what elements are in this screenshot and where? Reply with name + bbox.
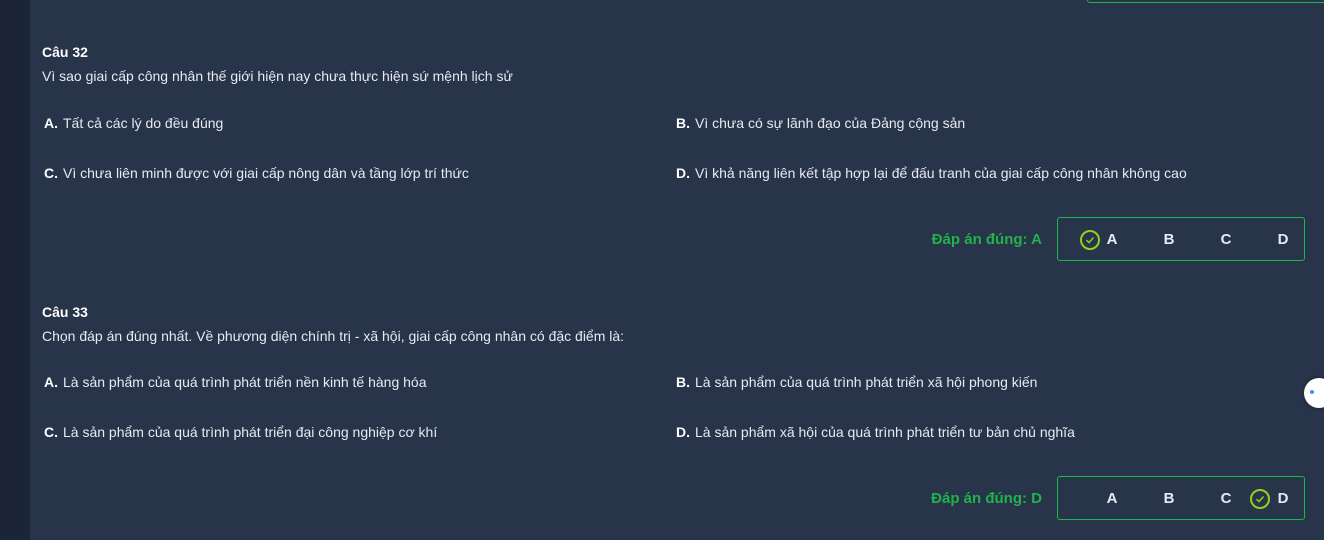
- correct-answer-label: Đáp án đúng: D: [931, 490, 1042, 507]
- option-c[interactable]: C. Vì chưa liên minh được với giai cấp nô…: [44, 164, 469, 182]
- option-a[interactable]: A. Tất cả các lý do đều đúng: [44, 114, 223, 132]
- option-letter: C.: [44, 424, 58, 440]
- option-text: Là sản phẩm của quá trình phát triển đại…: [63, 424, 438, 440]
- option-text: Là sản phẩm của quá trình phát triển nền…: [63, 374, 427, 390]
- dot-icon: [1310, 390, 1314, 394]
- option-text: Vì khả năng liên kết tập hợp lại để đấu …: [695, 165, 1187, 181]
- question-33: Câu 33 Chọn đáp án đúng nhất. Về phương …: [42, 303, 1307, 345]
- option-a[interactable]: A. Là sản phẩm của quá trình phát triển n…: [44, 373, 427, 391]
- option-letter: D.: [676, 165, 690, 181]
- question-text: Chọn đáp án đúng nhất. Về phương diện ch…: [42, 328, 625, 344]
- question-32: Câu 32 Vì sao giai cấp công nhân thế giớ…: [42, 43, 1307, 85]
- option-text: Là sản phẩm của quá trình phát triển xã …: [695, 374, 1038, 390]
- previous-answer-box: [1087, 0, 1324, 3]
- option-letter: D.: [676, 424, 690, 440]
- option-d[interactable]: D. Vì khả năng liên kết tập hợp lại để đấ…: [676, 164, 1187, 182]
- answer-choices-box: A B C D: [1057, 217, 1305, 261]
- option-letter: A.: [44, 374, 58, 390]
- option-letter: B.: [676, 115, 690, 131]
- left-gutter: [0, 0, 30, 540]
- choice-d[interactable]: D: [1263, 477, 1303, 521]
- option-c[interactable]: C. Là sản phẩm của quá trình phát triển đ…: [44, 423, 437, 441]
- option-text: Tất cả các lý do đều đúng: [63, 115, 224, 131]
- floating-scroll-button[interactable]: [1304, 378, 1324, 408]
- choice-c[interactable]: C: [1206, 218, 1246, 262]
- option-b[interactable]: B. Là sản phẩm của quá trình phát triển x…: [676, 373, 1037, 391]
- option-letter: B.: [676, 374, 690, 390]
- option-text: Là sản phẩm xã hội của quá trình phát tr…: [695, 424, 1075, 440]
- question-title: Câu 32: [42, 44, 88, 60]
- question-text: Vì sao giai cấp công nhân thế giới hiện …: [42, 68, 513, 84]
- choice-c[interactable]: C: [1206, 477, 1246, 521]
- option-text: Vì chưa có sự lãnh đạo của Đảng cộng sản: [695, 115, 966, 131]
- question-title: Câu 33: [42, 304, 88, 320]
- correct-answer-label: Đáp án đúng: A: [931, 231, 1042, 248]
- choice-b[interactable]: B: [1149, 477, 1189, 521]
- choice-d[interactable]: D: [1263, 218, 1303, 262]
- option-d[interactable]: D. Là sản phẩm xã hội của quá trình phát …: [676, 423, 1075, 441]
- answer-choices-box: A B C D: [1057, 476, 1305, 520]
- choice-b[interactable]: B: [1149, 218, 1189, 262]
- option-text: Vì chưa liên minh được với giai cấp nông…: [63, 165, 469, 181]
- option-b[interactable]: B. Vì chưa có sự lãnh đạo của Đảng cộng s…: [676, 114, 965, 132]
- choice-a[interactable]: A: [1092, 477, 1132, 521]
- option-letter: C.: [44, 165, 58, 181]
- choice-a[interactable]: A: [1092, 218, 1132, 262]
- option-letter: A.: [44, 115, 58, 131]
